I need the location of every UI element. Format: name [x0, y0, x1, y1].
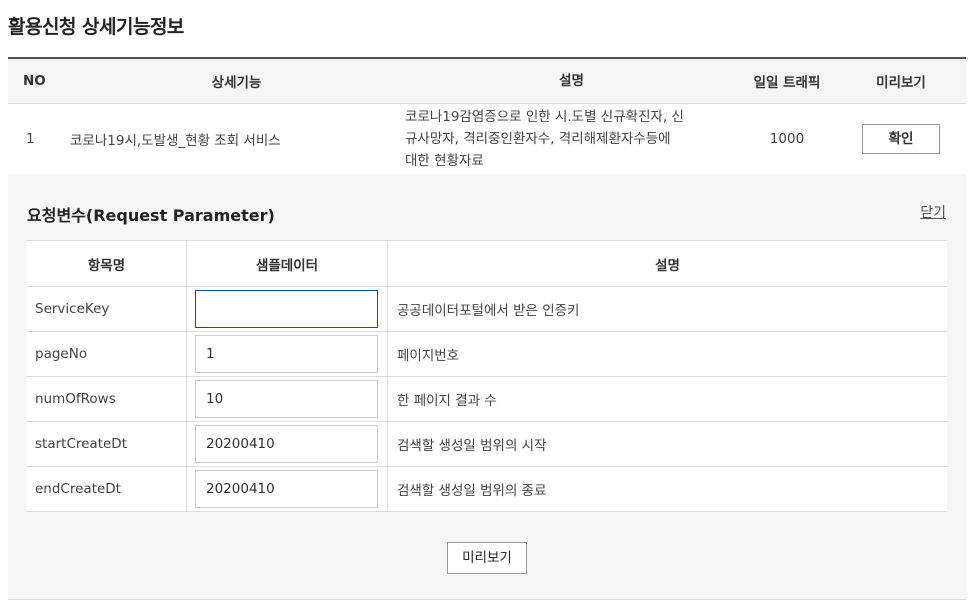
table-row: 1 코로나19시,도발생_현황 조회 서비스 코로나19감염증으로 인한 시.도…	[8, 103, 966, 175]
param-row: startCreateDt 검색할 생성일 범위의 시작	[27, 421, 947, 467]
param-description: 한 페이지 결과 수	[387, 376, 947, 422]
close-link[interactable]: 닫기	[920, 202, 946, 222]
function-table-header: NO 상세기능 설명 일일 트래픽 미리보기	[8, 58, 966, 104]
preview-button[interactable]: 미리보기	[447, 542, 527, 574]
param-value-cell	[186, 331, 388, 377]
row-no: 1	[8, 103, 68, 175]
header-item-name: 항목명	[27, 240, 187, 287]
header-daily-traffic: 일일 트래픽	[738, 58, 836, 104]
param-row: endCreateDt 검색할 생성일 범위의 종료	[27, 466, 947, 512]
service-key-input[interactable]	[195, 290, 378, 328]
param-row: numOfRows 한 페이지 결과 수	[27, 376, 947, 422]
param-table-header: 항목명 샘플데이터 설명	[27, 240, 947, 287]
param-description: 검색할 생성일 범위의 시작	[387, 421, 947, 467]
row-traffic: 1000	[738, 103, 836, 175]
num-of-rows-input[interactable]	[195, 380, 378, 418]
param-row: pageNo 페이지번호	[27, 331, 947, 377]
request-parameter-table: 항목명 샘플데이터 설명 ServiceKey 공공데이터포털에서 받은 인증키…	[27, 240, 947, 512]
page-title: 활용신청 상세기능정보	[8, 16, 184, 38]
header-param-description: 설명	[387, 240, 947, 287]
param-name: ServiceKey	[27, 286, 187, 332]
request-parameter-title: 요청변수(Request Parameter)	[27, 206, 275, 225]
confirm-button[interactable]: 확인	[862, 124, 940, 154]
param-name: pageNo	[27, 331, 187, 377]
function-table: NO 상세기능 설명 일일 트래픽 미리보기 1 코로나19시,도발생_현황 조…	[8, 57, 966, 175]
row-description: 코로나19감염증으로 인한 시.도별 신규확진자, 신 규사망자, 격리중인환자…	[403, 103, 738, 175]
param-value-cell	[186, 466, 388, 512]
param-description: 페이지번호	[387, 331, 947, 377]
row-description-line: 대한 현황자료	[405, 153, 484, 169]
param-value-cell	[186, 286, 388, 332]
page-no-input[interactable]	[195, 335, 378, 373]
header-feature: 상세기능	[68, 58, 403, 104]
request-parameter-panel: 요청변수(Request Parameter) 닫기 항목명 샘플데이터 설명 …	[8, 174, 966, 600]
param-name: startCreateDt	[27, 421, 187, 467]
row-description-line: 코로나19감염증으로 인한 시.도별 신규확진자, 신	[405, 109, 684, 125]
param-value-cell	[186, 376, 388, 422]
header-sample-data: 샘플데이터	[186, 240, 388, 287]
end-create-dt-input[interactable]	[195, 470, 378, 508]
param-value-cell	[186, 421, 388, 467]
param-name: numOfRows	[27, 376, 187, 422]
row-description-line: 규사망자, 격리중인환자수, 격리해제환자수등에	[405, 131, 671, 147]
start-create-dt-input[interactable]	[195, 425, 378, 463]
param-description: 검색할 생성일 범위의 종료	[387, 466, 947, 512]
row-feature: 코로나19시,도발생_현황 조회 서비스	[68, 103, 403, 175]
header-no: NO	[8, 58, 68, 104]
param-name: endCreateDt	[27, 466, 187, 512]
header-preview: 미리보기	[836, 58, 966, 104]
header-description: 설명	[403, 58, 738, 104]
param-description: 공공데이터포털에서 받은 인증키	[387, 286, 947, 332]
row-preview-cell: 확인	[836, 103, 966, 175]
param-row: ServiceKey 공공데이터포털에서 받은 인증키	[27, 286, 947, 332]
